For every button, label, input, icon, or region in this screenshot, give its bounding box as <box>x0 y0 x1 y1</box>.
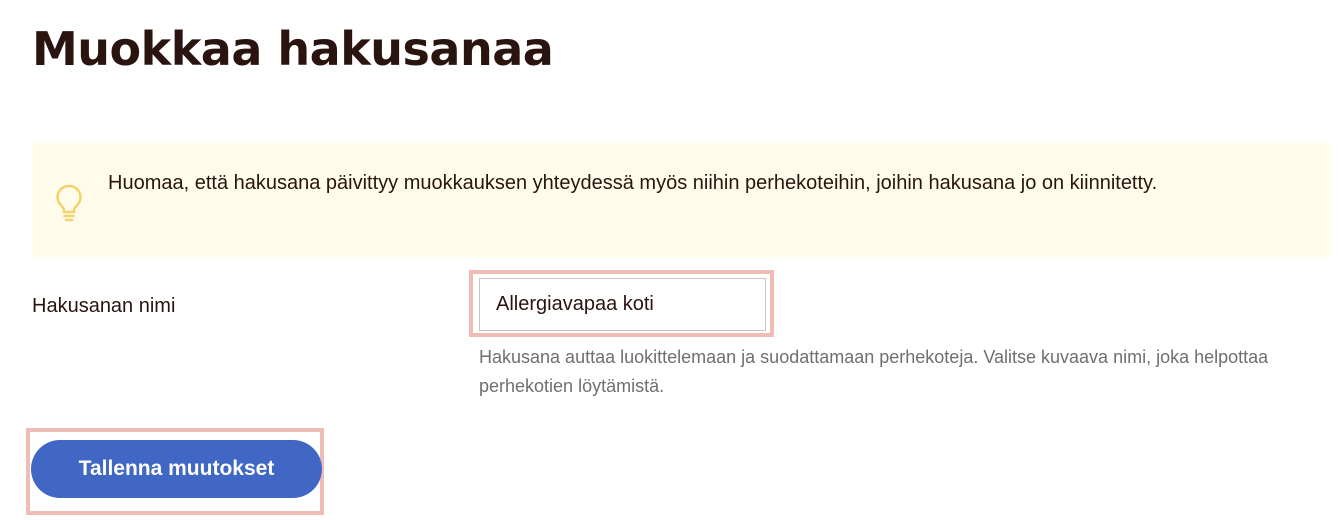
keyword-name-label: Hakusanan nimi <box>32 295 176 317</box>
keyword-name-input[interactable] <box>479 278 766 331</box>
keyword-name-help: Hakusana auttaa luokittelemaan ja suodat… <box>479 347 1269 396</box>
page-title: Muokkaa hakusanaa <box>32 22 554 76</box>
save-changes-button[interactable]: Tallenna muutokset <box>31 440 322 498</box>
info-notice: Huomaa, että hakusana päivittyy muokkauk… <box>32 143 1330 257</box>
lightbulb-icon <box>53 183 85 223</box>
edit-keyword-page: Muokkaa hakusanaa Huomaa, että hakusana … <box>0 0 1340 520</box>
notice-text: Huomaa, että hakusana päivittyy muokkauk… <box>108 172 1158 194</box>
